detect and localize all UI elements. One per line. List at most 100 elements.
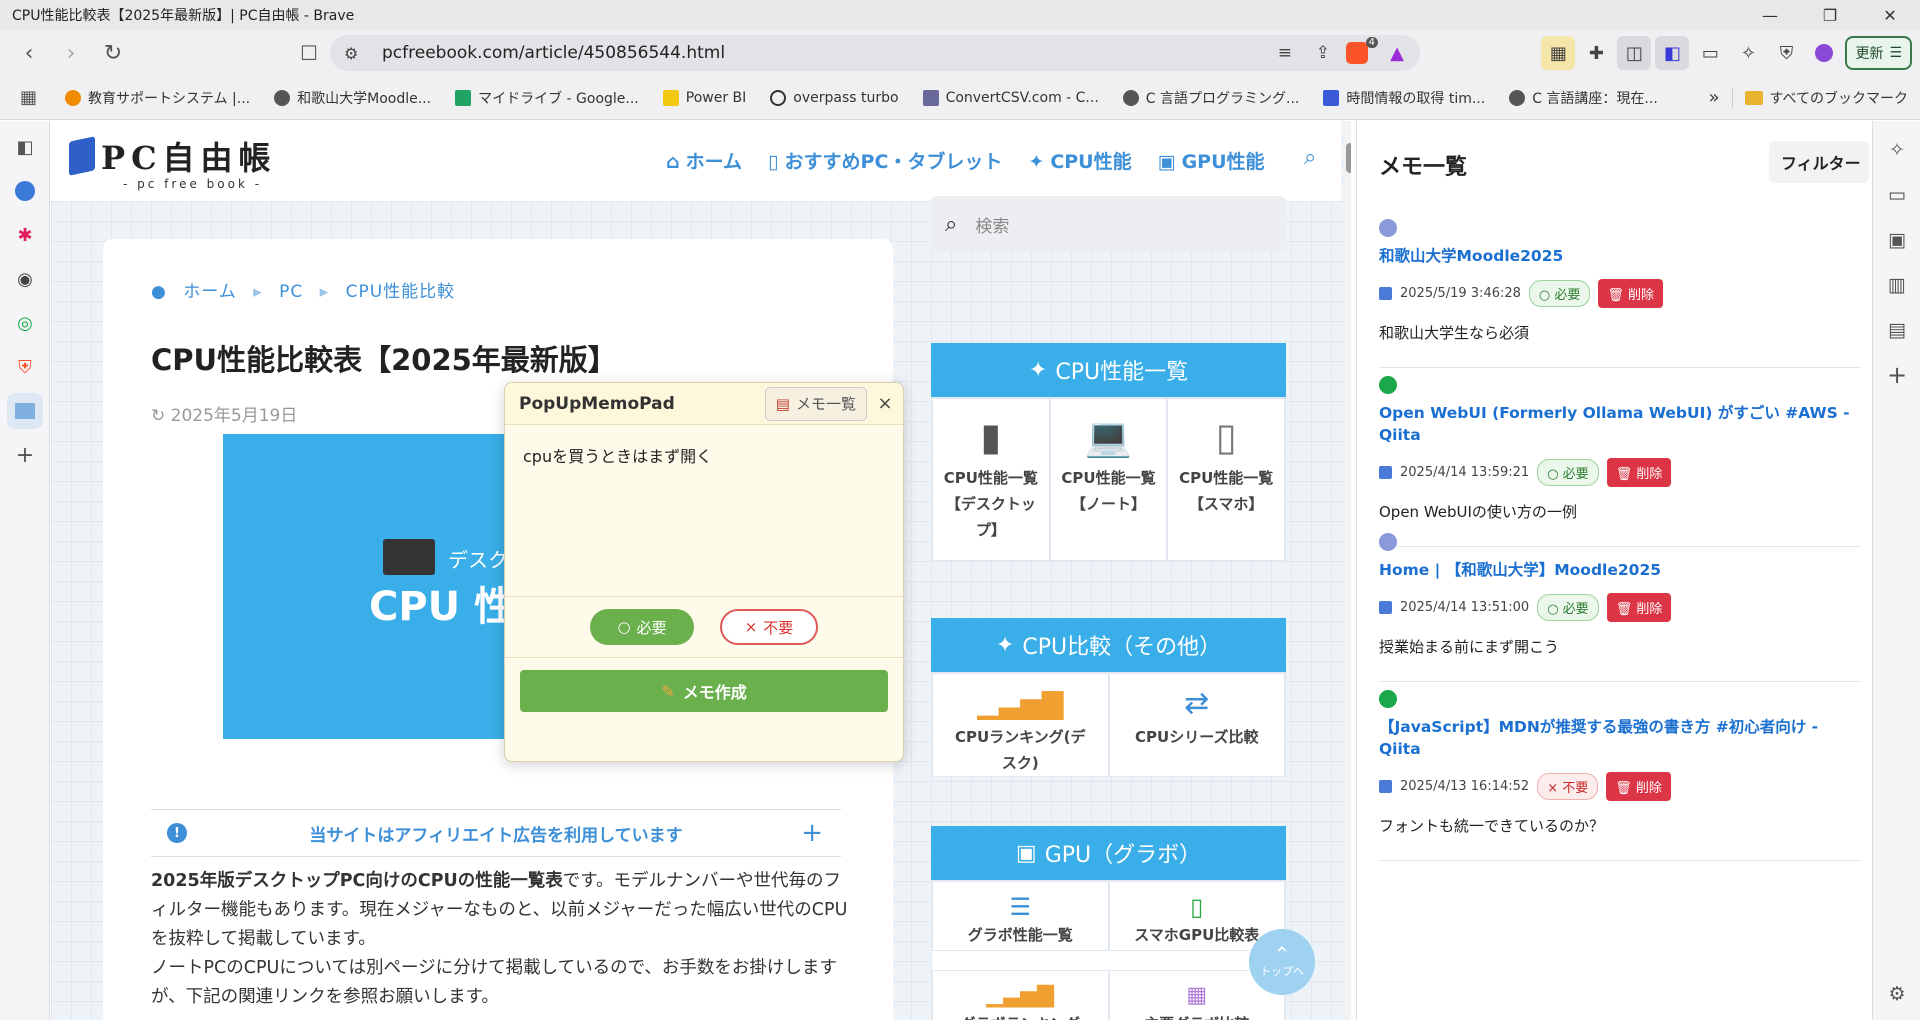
bookmark-item-2[interactable]: マイドライブ - Google... bbox=[443, 88, 651, 108]
globe-icon[interactable]: ◉ bbox=[7, 261, 43, 297]
delete-button[interactable]: 🗑 削除 bbox=[1606, 458, 1672, 487]
delete-button[interactable]: 🗑 削除 bbox=[1598, 279, 1664, 308]
memo-title-link[interactable]: 和歌山大学Moodle2025 bbox=[1379, 245, 1861, 267]
settings-gear-icon[interactable]: ⚙ bbox=[1873, 971, 1920, 1016]
memo-list-button[interactable]: ▤ メモ一覧 bbox=[764, 386, 867, 421]
sidebar-toggle-icon[interactable]: ◫ bbox=[1617, 36, 1652, 70]
expand-icon[interactable]: + bbox=[801, 818, 823, 848]
memo-title-link[interactable]: Open WebUI (Formerly Ollama WebUI) がすごい … bbox=[1379, 402, 1861, 446]
profile-avatar-icon[interactable] bbox=[1807, 36, 1841, 70]
all-bookmarks-folder[interactable]: すべてのブックマーク bbox=[1731, 87, 1920, 108]
slack-icon[interactable]: ✱ bbox=[7, 217, 43, 253]
widget-link-cpu-smartphone[interactable]: ▯ CPU性能一覧【スマホ】 bbox=[1167, 398, 1285, 561]
sidebar-search-input[interactable]: ⌕ 検索 bbox=[931, 196, 1286, 252]
side-panel-icon[interactable]: ◧ bbox=[1655, 36, 1690, 70]
chip-icon: ✦ bbox=[1028, 151, 1045, 173]
copilot-icon[interactable] bbox=[7, 173, 43, 209]
widget-link-cpu-series[interactable]: ⇄ CPUシリーズ比較 bbox=[1108, 673, 1285, 777]
widget-cpu-compare: ✦ CPU比較（その他） ▁▃▅▇ CPUランキング(デスク) ⇄ CPUシリーズ比較 bbox=[931, 618, 1286, 777]
bookmark-item-0[interactable]: 教育サポートシステム |... bbox=[53, 88, 262, 108]
reload-icon[interactable]: ↻ bbox=[94, 34, 132, 72]
memo-text: 和歌山大学生なら必須 bbox=[1379, 324, 1530, 342]
book-icon bbox=[69, 136, 95, 176]
share-icon[interactable]: ⇪ bbox=[1316, 43, 1330, 63]
affiliate-notice[interactable]: ! 当サイトはアフィリエイト広告を利用しています + bbox=[151, 809, 841, 857]
reader-icon[interactable]: ≡ bbox=[1278, 43, 1292, 63]
address-bar[interactable]: ⚙ pcfreebook.com/article/450856544.html … bbox=[330, 35, 1420, 71]
widget-link-cpu-ranking[interactable]: ▁▃▅▇ CPUランキング(デスク) bbox=[932, 673, 1109, 777]
brave-icon[interactable]: ⛨ bbox=[7, 349, 43, 385]
pc-freebook-icon[interactable] bbox=[7, 393, 43, 429]
bookmark-item-4[interactable]: overpass turbo bbox=[758, 89, 910, 106]
filter-button[interactable]: フィルター bbox=[1769, 141, 1869, 183]
reading-list-icon[interactable]: ▤ bbox=[1873, 307, 1920, 352]
leo-ai-icon[interactable]: ✧ bbox=[1731, 36, 1765, 70]
site-logo[interactable]: PC自由帳 - pc free book - bbox=[63, 133, 277, 191]
need-toggle-button[interactable]: ○ 必要 bbox=[590, 609, 694, 645]
image-icon: ▣ bbox=[1157, 151, 1176, 173]
close-window-button[interactable]: ✕ bbox=[1860, 0, 1920, 30]
back-icon[interactable]: ‹ bbox=[10, 34, 48, 72]
memo-tag-need: ○ 必要 bbox=[1537, 594, 1599, 621]
nav-recommended-pc[interactable]: ▯ おすすめPC・タブレット bbox=[768, 147, 1002, 174]
breadcrumb-cpu[interactable]: CPU性能比較 bbox=[346, 282, 456, 302]
scrollbar-thumb[interactable] bbox=[1346, 143, 1351, 173]
bookmarks-overflow-icon[interactable]: » bbox=[1697, 87, 1732, 108]
minimize-button[interactable]: — bbox=[1740, 0, 1800, 30]
nav-cpu[interactable]: ✦ CPU性能 bbox=[1028, 147, 1131, 174]
popup-close-button[interactable]: × bbox=[867, 393, 903, 414]
bookmark-item-6[interactable]: C 言語プログラミング... bbox=[1111, 88, 1312, 108]
wallet-icon[interactable]: ▭ bbox=[1693, 36, 1727, 70]
brave-shields-icon[interactable] bbox=[1346, 42, 1368, 64]
restore-button[interactable]: ❐ bbox=[1800, 0, 1860, 30]
widget-link-cpu-desktop[interactable]: ▮ CPU性能一覧【デスクトップ】 bbox=[932, 398, 1050, 561]
widget-link-cpu-notebook[interactable]: 💻 CPU性能一覧【ノート】 bbox=[1049, 398, 1168, 561]
extensions-area: ▦ ✚ ◫ ◧ ▭ ✧ ⛨ 更新 ☰ bbox=[1541, 35, 1912, 71]
brave-rewards-icon[interactable]: ▲ bbox=[1390, 43, 1404, 64]
breadcrumb-pc[interactable]: PC bbox=[279, 282, 303, 302]
url-text[interactable]: pcfreebook.com/article/450856544.html bbox=[382, 43, 725, 63]
video-icon[interactable]: ▭ bbox=[1873, 172, 1920, 217]
add-panel-icon[interactable]: + bbox=[7, 437, 43, 473]
leo-ai-icon[interactable]: ✧ bbox=[1873, 127, 1920, 172]
back-to-top-button[interactable]: ⌃ トップへ bbox=[1249, 929, 1315, 995]
bookmark-icon[interactable]: ☐ bbox=[290, 34, 328, 72]
extension-map-icon[interactable]: ▦ bbox=[1541, 36, 1576, 70]
widget-link-gpu-list[interactable]: ☰ グラボ性能一覧 bbox=[932, 881, 1109, 951]
bookmark-item-8[interactable]: C 言語講座：現在... bbox=[1497, 88, 1670, 108]
forward-icon[interactable]: › bbox=[52, 34, 90, 72]
bookmark-item-1[interactable]: 和歌山大学Moodle... bbox=[262, 88, 443, 108]
wallet-icon[interactable]: ▣ bbox=[1873, 217, 1920, 262]
memo-title-link[interactable]: Home | 【和歌山大学】Moodle2025 bbox=[1379, 559, 1861, 581]
calendar-icon bbox=[1379, 601, 1392, 614]
add-icon[interactable]: + bbox=[1873, 352, 1920, 397]
widget-link-gpu-ranking[interactable]: ▁▃▅▇グラボランキング bbox=[932, 970, 1109, 1020]
site-search-icon[interactable]: ⌕ bbox=[1304, 145, 1316, 170]
nav-gpu[interactable]: ▣ GPU性能 bbox=[1158, 147, 1265, 174]
delete-button[interactable]: 🗑 削除 bbox=[1606, 593, 1672, 622]
bookmarks-icon[interactable]: ▥ bbox=[1873, 262, 1920, 307]
extensions-puzzle-icon[interactable]: ✚ bbox=[1579, 36, 1613, 70]
vpn-shield-icon[interactable]: ⛨ bbox=[1769, 36, 1803, 70]
breadcrumb-home[interactable]: ホーム bbox=[183, 282, 237, 302]
chatgpt-icon[interactable]: ◎ bbox=[7, 305, 43, 341]
create-memo-button[interactable]: ✎ メモ作成 bbox=[520, 670, 888, 712]
update-button[interactable]: 更新 ☰ bbox=[1845, 36, 1912, 70]
noneed-toggle-button[interactable]: × 不要 bbox=[720, 609, 818, 645]
bookmark-item-5[interactable]: ConvertCSV.com - C... bbox=[911, 89, 1111, 106]
clipboard-icon: ▤ bbox=[775, 394, 790, 413]
bookmark-item-7[interactable]: 時間情報の取得 tim... bbox=[1311, 88, 1497, 108]
chatgpt-icon bbox=[1379, 376, 1397, 394]
memo-date: 2025/4/14 13:51:00 bbox=[1400, 600, 1530, 615]
delete-button[interactable]: 🗑 削除 bbox=[1606, 772, 1671, 801]
article-title: CPU性能比較表【2025年最新版】 bbox=[151, 343, 617, 377]
nav-home[interactable]: ⌂ ホーム bbox=[666, 147, 742, 174]
page-scrollbar[interactable] bbox=[1344, 121, 1351, 1020]
sidebar-panel-icon[interactable]: ◧ bbox=[7, 129, 43, 165]
site-info-icon[interactable]: ⚙ bbox=[344, 44, 358, 63]
memo-textarea[interactable]: cpuを買うときはまず開く bbox=[523, 443, 885, 578]
bookmark-item-3[interactable]: Power BI bbox=[651, 89, 759, 106]
apps-grid-icon[interactable]: ▦ bbox=[0, 87, 53, 108]
memo-title-link[interactable]: 【JavaScript】MDNが推奨する最強の書き方 #初心者向け - Qiit… bbox=[1379, 716, 1861, 760]
calendar-icon bbox=[1379, 466, 1392, 479]
